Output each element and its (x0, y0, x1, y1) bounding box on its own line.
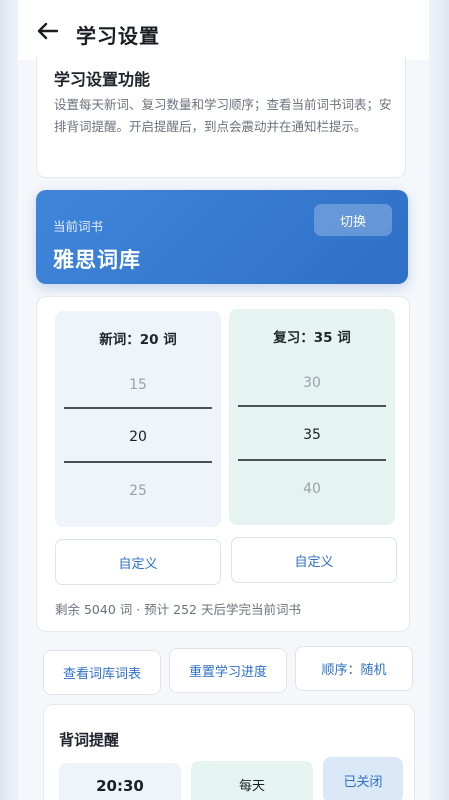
reset-progress-button[interactable]: 重置学习进度 (169, 648, 287, 693)
review-words-picker[interactable]: 复习：35 词 30 35 40 (229, 309, 395, 525)
new-words-prev-option[interactable]: 15 (55, 377, 221, 393)
daily-count-card: 新词：20 词 15 20 25 复习：35 词 30 35 40 自定义 自定… (36, 296, 410, 632)
info-card: 学习设置功能 设置每天新词、复习数量和学习顺序；查看当前词书词表；安排背词提醒。… (36, 56, 406, 178)
info-description: 设置每天新词、复习数量和学习顺序；查看当前词书词表；安排背词提醒。开启提醒后，到… (54, 97, 392, 134)
app-header: 学习设置 (18, 0, 429, 60)
new-words-heading: 新词：20 词 (99, 332, 177, 348)
new-words-next-option[interactable]: 25 (55, 483, 221, 499)
custom-review-words-button[interactable]: 自定义 (231, 537, 397, 583)
picker-divider (64, 407, 212, 409)
picker-divider (238, 459, 386, 461)
reminder-time-button[interactable]: 20:30 (59, 763, 181, 800)
app-screen: 学习设置 学习设置功能 设置每天新词、复习数量和学习顺序；查看当前词书词表；安排… (18, 0, 429, 800)
reminder-title: 背词提醒 (59, 731, 120, 749)
review-words-prev-option[interactable]: 30 (229, 375, 395, 391)
current-book-name: 雅思词库 (53, 248, 141, 272)
view-word-list-button[interactable]: 查看词库词表 (43, 650, 161, 695)
current-book-label: 当前词书 (53, 219, 104, 234)
picker-divider (238, 405, 386, 407)
reminder-frequency-button[interactable]: 每天 (191, 761, 313, 800)
review-words-selected-option[interactable]: 35 (229, 427, 395, 443)
new-words-selected-option[interactable]: 20 (55, 429, 221, 445)
reminder-card: 背词提醒 20:30 每天 已关闭 (43, 704, 415, 800)
right-edge (431, 0, 449, 800)
left-edge (0, 0, 18, 800)
page-title: 学习设置 (76, 24, 160, 48)
remaining-words-text: 剩余 5040 词 · 预计 252 天后学完当前词书 (55, 602, 301, 617)
custom-new-words-button[interactable]: 自定义 (55, 539, 221, 585)
switch-book-button[interactable]: 切换 (314, 204, 392, 236)
picker-divider (64, 461, 212, 463)
current-book-banner: 当前词书 雅思词库 切换 (36, 190, 408, 284)
review-words-heading: 复习：35 词 (273, 330, 351, 346)
info-title: 学习设置功能 (54, 70, 151, 89)
new-words-picker[interactable]: 新词：20 词 15 20 25 (55, 311, 221, 527)
study-order-button[interactable]: 顺序：随机 (295, 646, 413, 691)
back-arrow-icon[interactable] (36, 22, 58, 40)
review-words-next-option[interactable]: 40 (229, 481, 395, 497)
reminder-toggle-button[interactable]: 已关闭 (323, 757, 403, 800)
